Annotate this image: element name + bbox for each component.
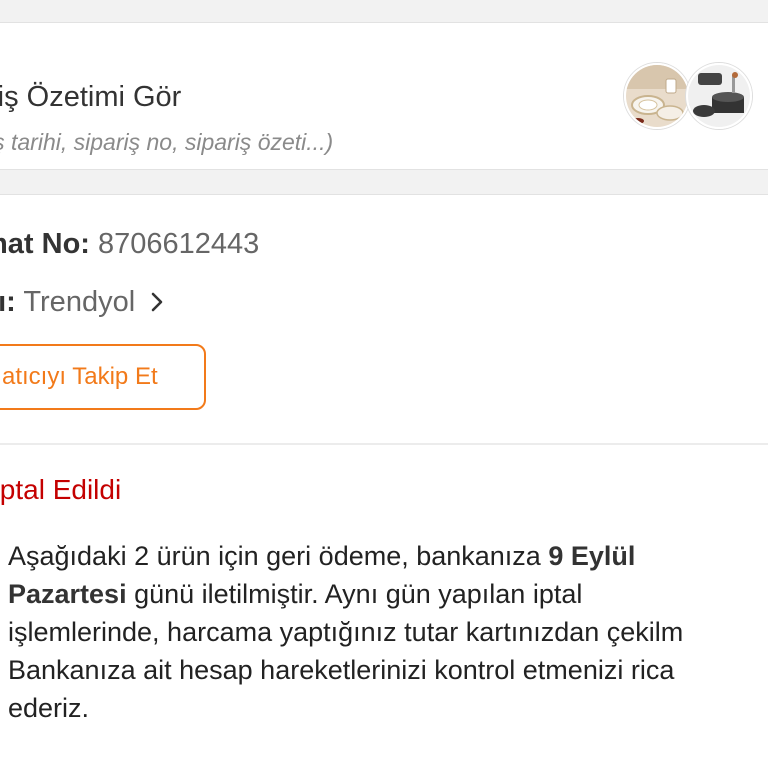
refund-line-1: Aşağıdaki 2 ürün için geri ödeme, bankan… bbox=[8, 541, 636, 571]
delivery-number-value: 8706612443 bbox=[98, 228, 260, 260]
delivery-number-row: mat No: 8706612443 bbox=[0, 228, 259, 261]
chevron-right-icon[interactable] bbox=[151, 287, 163, 320]
refund-info-message: Aşağıdaki 2 ürün için geri ödeme, bankan… bbox=[8, 537, 768, 727]
seller-name-link[interactable]: Trendyol bbox=[23, 286, 135, 318]
seller-label: cı: bbox=[0, 286, 16, 318]
refund-line-5: ederiz. bbox=[8, 693, 90, 723]
cookware-product-thumbnail bbox=[686, 63, 752, 129]
order-status-label: İptal Edildi bbox=[0, 474, 122, 505]
order-summary-title[interactable]: riş Özetimi Gör bbox=[0, 81, 181, 114]
section-divider bbox=[0, 443, 768, 445]
delivery-number-label: mat No: bbox=[0, 228, 90, 260]
refund-line-3: işlemlerinde, harcama yaptığınız tutar k… bbox=[8, 617, 684, 647]
follow-seller-button[interactable]: atıcıyı Takip Et bbox=[0, 344, 206, 410]
refund-line-2: Pazartesi günü iletilmiştir. Aynı gün ya… bbox=[8, 579, 583, 609]
order-summary-subtitle: iş tarihi, sipariş no, sipariş özeti...) bbox=[0, 129, 334, 155]
seller-row[interactable]: cı: Trendyol bbox=[0, 286, 163, 320]
order-summary-card[interactable]: riş Özetimi Gör iş tarihi, sipariş no, s… bbox=[0, 22, 768, 170]
refund-line-4: Bankanıza ait hesap hareketlerinizi kont… bbox=[8, 655, 675, 685]
tableware-product-thumbnail bbox=[624, 63, 690, 129]
